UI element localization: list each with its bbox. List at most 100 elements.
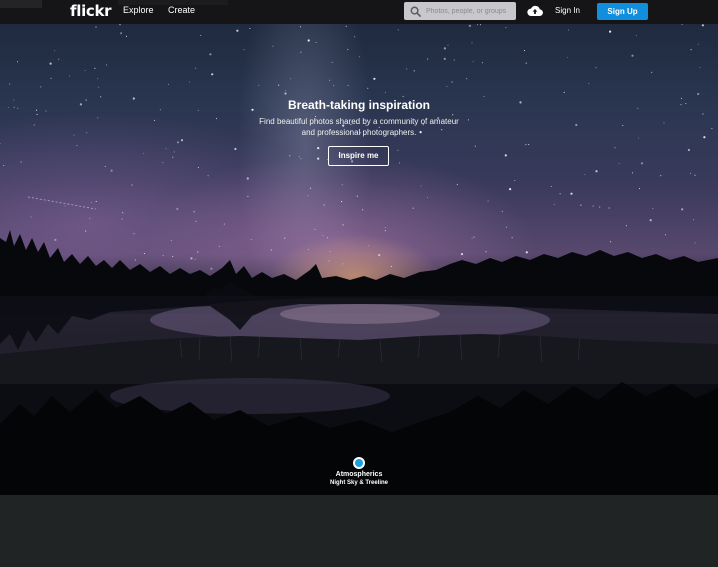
- star: [54, 238, 57, 241]
- photo-attribution-title[interactable]: Atmospherics: [0, 471, 718, 478]
- hero-subtitle: Find beautiful photos shared by a commun…: [0, 116, 718, 138]
- star: [249, 27, 251, 30]
- star: [76, 145, 78, 147]
- star: [290, 78, 292, 80]
- hero-background-photo: [0, 24, 718, 495]
- star: [367, 87, 369, 89]
- star: [447, 44, 449, 46]
- search-icon[interactable]: [410, 6, 421, 17]
- star: [258, 84, 260, 86]
- star: [687, 148, 691, 152]
- star: [608, 207, 610, 209]
- sign-up-button[interactable]: Sign Up: [597, 3, 648, 20]
- inspire-me-button[interactable]: Inspire me: [328, 146, 389, 166]
- star: [329, 250, 331, 252]
- star: [505, 226, 508, 228]
- star: [412, 207, 414, 209]
- nav-create-link[interactable]: Create: [168, 5, 195, 15]
- star: [94, 67, 96, 69]
- star: [197, 251, 199, 253]
- star: [284, 92, 287, 95]
- star: [477, 24, 479, 26]
- star: [323, 204, 325, 206]
- star: [189, 81, 191, 83]
- star: [170, 240, 172, 242]
- star: [397, 29, 399, 31]
- star: [194, 258, 196, 260]
- star: [162, 162, 164, 164]
- star: [427, 58, 429, 60]
- star: [165, 148, 167, 150]
- star: [471, 42, 473, 44]
- star: [660, 175, 662, 177]
- cloud-upload-icon[interactable]: [527, 4, 543, 17]
- star: [525, 251, 528, 254]
- star: [106, 64, 108, 66]
- star: [289, 155, 291, 157]
- star: [595, 170, 598, 173]
- star: [234, 147, 237, 151]
- star: [398, 162, 401, 164]
- star: [85, 230, 87, 232]
- star: [195, 67, 197, 69]
- search-box[interactable]: [404, 2, 516, 20]
- star: [247, 195, 249, 197]
- star: [197, 166, 199, 168]
- star: [485, 251, 487, 253]
- star: [474, 145, 476, 147]
- photo-attribution-subtitle[interactable]: Night Sky & Treeline: [0, 480, 718, 486]
- star: [317, 147, 320, 150]
- sign-in-link[interactable]: Sign In: [555, 6, 580, 15]
- star: [125, 35, 128, 37]
- star: [121, 218, 123, 220]
- flickr-logo[interactable]: flickr: [70, 2, 112, 20]
- star: [110, 169, 113, 172]
- star: [104, 165, 106, 167]
- star: [356, 195, 358, 197]
- star: [143, 152, 145, 154]
- star: [347, 84, 349, 86]
- hero-subtitle-line-1: Find beautiful photos shared by a commun…: [259, 117, 459, 126]
- star: [134, 259, 136, 261]
- star: [553, 203, 555, 205]
- star: [443, 57, 446, 61]
- star: [200, 34, 202, 36]
- star: [317, 157, 320, 160]
- star: [300, 51, 302, 53]
- hero-subtitle-line-2: and professional photographers.: [301, 128, 417, 137]
- star: [599, 206, 601, 208]
- star: [342, 263, 344, 265]
- nav-explore-link[interactable]: Explore: [123, 5, 154, 15]
- star: [89, 217, 91, 219]
- star: [300, 158, 302, 160]
- star: [638, 188, 641, 190]
- star: [307, 39, 310, 42]
- star: [9, 83, 11, 85]
- star: [246, 177, 249, 180]
- star: [443, 47, 446, 50]
- star: [98, 86, 100, 88]
- star: [95, 26, 97, 28]
- star: [84, 69, 86, 72]
- star: [173, 151, 175, 153]
- star: [384, 230, 386, 232]
- star: [406, 68, 408, 70]
- search-input[interactable]: [426, 7, 514, 15]
- top-left-strip: [0, 0, 42, 8]
- star: [284, 237, 286, 239]
- star: [58, 58, 60, 60]
- star: [514, 180, 516, 182]
- star: [347, 48, 349, 51]
- star: [218, 245, 220, 247]
- photo-attribution-avatar[interactable]: [353, 457, 365, 469]
- star: [567, 29, 569, 31]
- star: [167, 83, 169, 85]
- star: [610, 241, 612, 243]
- star: [270, 249, 272, 251]
- star: [180, 139, 184, 142]
- star: [16, 61, 19, 63]
- star: [211, 73, 214, 76]
- star: [693, 219, 695, 221]
- star: [373, 77, 376, 80]
- star: [190, 257, 193, 260]
